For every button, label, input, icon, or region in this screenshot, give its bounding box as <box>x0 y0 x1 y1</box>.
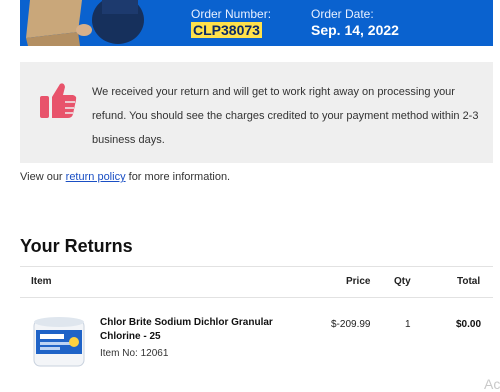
order-date-label: Order Date: <box>311 7 374 21</box>
your-returns-heading: Your Returns <box>20 236 133 256</box>
table-row: Chlor Brite Sodium Dichlor Granular Chlo… <box>20 306 493 376</box>
order-number-label: Order Number: <box>191 7 272 21</box>
thumbs-up-icon <box>40 83 77 118</box>
product-item-number: Item No: 12061 <box>100 348 169 359</box>
return-policy-link[interactable]: return policy <box>66 171 126 183</box>
returns-table-header: Item Price Qty Total <box>20 266 493 298</box>
product-price: $-209.99 <box>331 319 371 330</box>
column-header-total: Total <box>457 276 481 287</box>
policy-prefix: View our <box>20 171 66 183</box>
banner-photo <box>20 0 150 46</box>
policy-suffix: for more information. <box>125 171 231 183</box>
order-number: CLP38073 <box>191 22 262 38</box>
product-total: $0.00 <box>456 319 482 330</box>
product-image[interactable] <box>30 314 88 370</box>
column-header-price: Price <box>346 276 371 287</box>
order-date-block: Order Date: Sep. 14, 2022 <box>311 8 399 39</box>
order-number-block: Order Number: CLP38073 <box>191 8 271 39</box>
order-number-value: CLP38073 <box>191 22 271 39</box>
product-name[interactable]: Chlor Brite Sodium Dichlor Granular Chlo… <box>100 316 300 344</box>
order-header-banner: Order Number: CLP38073 Order Date: Sep. … <box>20 0 493 46</box>
product-qty: 1 <box>405 319 411 330</box>
order-date-value: Sep. 14, 2022 <box>311 22 399 38</box>
return-policy-line: View our return policy for more informat… <box>20 171 230 183</box>
column-header-qty: Qty <box>394 276 411 287</box>
return-confirmation-message: We received your return and will get to … <box>20 62 493 163</box>
watermark-text: Ac <box>484 376 500 392</box>
message-text: We received your return and will get to … <box>92 86 479 146</box>
column-header-item: Item <box>31 276 52 287</box>
